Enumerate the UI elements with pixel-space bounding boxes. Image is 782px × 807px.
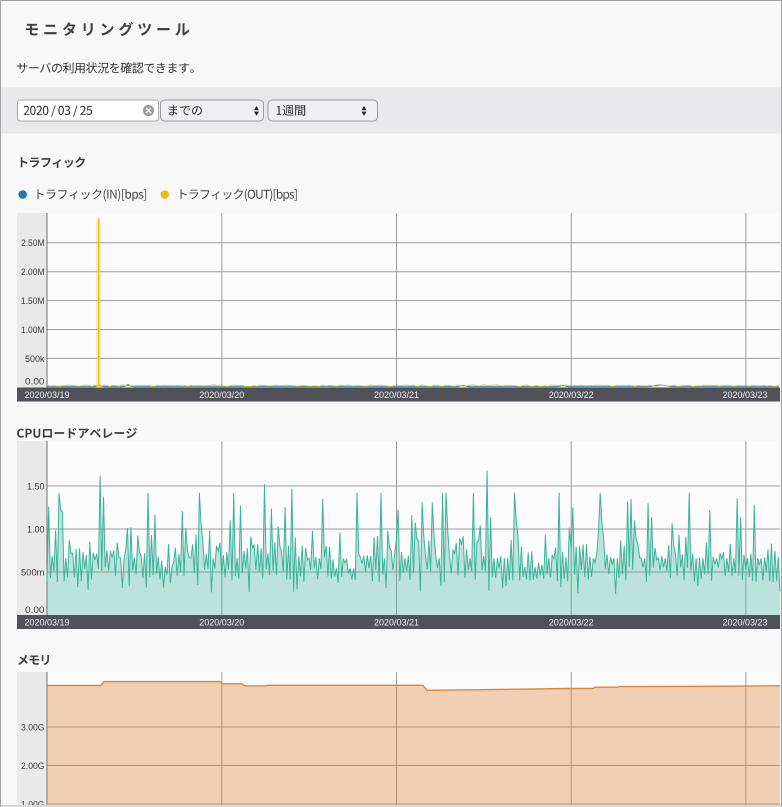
- svg-text:500k: 500k: [25, 354, 45, 365]
- svg-text:2020/03/21: 2020/03/21: [374, 390, 419, 401]
- svg-text:1.00: 1.00: [27, 524, 45, 535]
- svg-text:2020/03/22: 2020/03/22: [549, 617, 594, 628]
- svg-text:2020/03/19: 2020/03/19: [25, 617, 70, 628]
- svg-text:1.50: 1.50: [27, 481, 45, 492]
- svg-text:2020/03/22: 2020/03/22: [549, 390, 594, 401]
- svg-text:2020/03/20: 2020/03/20: [199, 390, 244, 401]
- svg-text:0.00: 0.00: [25, 605, 45, 616]
- svg-text:2.00M: 2.00M: [21, 267, 45, 278]
- svg-text:3.00G: 3.00G: [21, 722, 45, 733]
- svg-text:500m: 500m: [21, 567, 45, 578]
- svg-text:1.00M: 1.00M: [21, 325, 45, 336]
- svg-text:2020/03/19: 2020/03/19: [25, 390, 70, 401]
- svg-text:2020/03/23: 2020/03/23: [723, 390, 768, 401]
- svg-text:2020/03/23: 2020/03/23: [723, 617, 768, 628]
- svg-text:2.50M: 2.50M: [21, 238, 45, 249]
- svg-text:0.00: 0.00: [25, 376, 45, 387]
- svg-text:2020/03/21: 2020/03/21: [374, 617, 419, 628]
- svg-text:2.00G: 2.00G: [21, 761, 45, 772]
- svg-text:1.50M: 1.50M: [21, 296, 45, 307]
- svg-text:2020/03/20: 2020/03/20: [199, 617, 244, 628]
